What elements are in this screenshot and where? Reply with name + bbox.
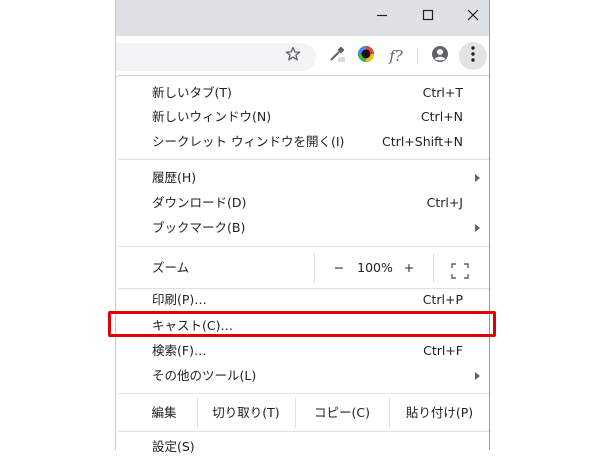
browser-window: f? 新しいタブ(T) Ctrl+T 新しいウィンドウ(N) Ctrl+N シー… [115,0,490,456]
chrome-main-menu: 新しいタブ(T) Ctrl+T 新しいウィンドウ(N) Ctrl+N シークレッ… [118,75,489,456]
menu-separator [118,431,489,432]
font-finder-icon: f? [389,47,403,65]
menu-item-label: ダウンロード(D) [152,195,247,210]
color-wheel-icon [357,45,375,67]
menu-item-shortcut: Ctrl+T [422,85,463,100]
menu-item-label: 設定(S) [152,439,195,454]
maximize-button[interactable] [405,0,451,30]
maximize-icon [422,6,434,25]
menu-separator [118,246,489,247]
menu-item-settings[interactable]: 設定(S) [118,435,489,459]
zoom-out-button[interactable]: − [327,253,351,283]
menu-item-bookmarks[interactable]: ブックマーク(B) [118,216,489,240]
eyedropper-extension-button[interactable] [325,44,349,68]
menu-item-label: キャスト(C)… [152,318,233,333]
copy-button[interactable]: コピー(C) [296,398,388,428]
menu-item-label: 新しいウィンドウ(N) [152,109,272,124]
menu-item-label: 検索(F)… [152,343,207,358]
menu-item-find[interactable]: 検索(F)… Ctrl+F [118,339,489,363]
bookmark-star-button[interactable] [281,44,305,68]
more-menu-icon [471,46,475,66]
menu-item-label: ブックマーク(B) [152,220,246,235]
menu-item-history[interactable]: 履歴(H) [118,166,489,190]
menu-item-shortcut: Ctrl+N [420,109,463,124]
edit-label: 編集 [151,405,177,420]
eyedropper-icon [328,45,346,67]
paste-button[interactable]: 貼り付け(P) [390,398,489,428]
title-bar [116,0,489,36]
fullscreen-button[interactable] [451,260,469,279]
menu-item-print[interactable]: 印刷(P)… Ctrl+P [118,288,489,312]
menu-item-more-tools[interactable]: その他のツール(L) [118,364,489,388]
submenu-arrow-icon [475,174,480,182]
menu-item-shortcut: Ctrl+Shift+N [382,134,463,149]
menu-item-label: 印刷(P)… [152,292,207,307]
menu-item-downloads[interactable]: ダウンロード(D) Ctrl+J [118,191,489,215]
menu-item-edit: 編集 切り取り(T) コピー(C) 貼り付け(P) [118,398,489,428]
chrome-menu-button[interactable] [459,42,487,70]
menu-item-shortcut: Ctrl+P [422,292,463,307]
zoom-controls: − 100% + [314,253,434,283]
toolbar-divider [417,48,418,64]
zoom-label: ズーム [152,260,190,275]
minimize-button[interactable] [359,0,405,30]
profile-button[interactable] [428,44,452,68]
profile-icon [431,45,449,67]
close-button[interactable] [450,0,496,30]
zoom-in-button[interactable]: + [397,253,421,283]
color-wheel-extension-button[interactable] [354,44,378,68]
fullscreen-icon [451,263,469,279]
cut-button[interactable]: 切り取り(T) [198,398,294,428]
close-icon [467,6,479,25]
font-finder-extension-button[interactable]: f? [384,44,408,68]
submenu-arrow-icon [475,224,480,232]
submenu-arrow-icon [475,372,480,380]
browser-toolbar: f? [116,36,489,77]
menu-item-new-window[interactable]: 新しいウィンドウ(N) Ctrl+N [118,105,489,129]
zoom-level: 100% [357,260,393,275]
menu-item-cast[interactable]: キャスト(C)… [118,314,489,338]
menu-item-shortcut: Ctrl+F [423,343,463,358]
minimize-icon [376,6,388,25]
menu-item-new-tab[interactable]: 新しいタブ(T) Ctrl+T [118,81,489,105]
menu-item-label: その他のツール(L) [152,368,257,383]
menu-item-shortcut: Ctrl+J [426,195,463,210]
menu-separator [118,159,489,160]
menu-item-incognito[interactable]: シークレット ウィンドウを開く(I) Ctrl+Shift+N [118,130,489,154]
menu-item-label: 履歴(H) [152,170,197,185]
menu-separator [118,393,489,394]
star-icon [285,46,301,66]
menu-item-label: シークレット ウィンドウを開く(I) [152,134,345,149]
menu-item-label: 新しいタブ(T) [152,85,232,100]
menu-item-zoom: ズーム − 100% + [118,253,489,283]
